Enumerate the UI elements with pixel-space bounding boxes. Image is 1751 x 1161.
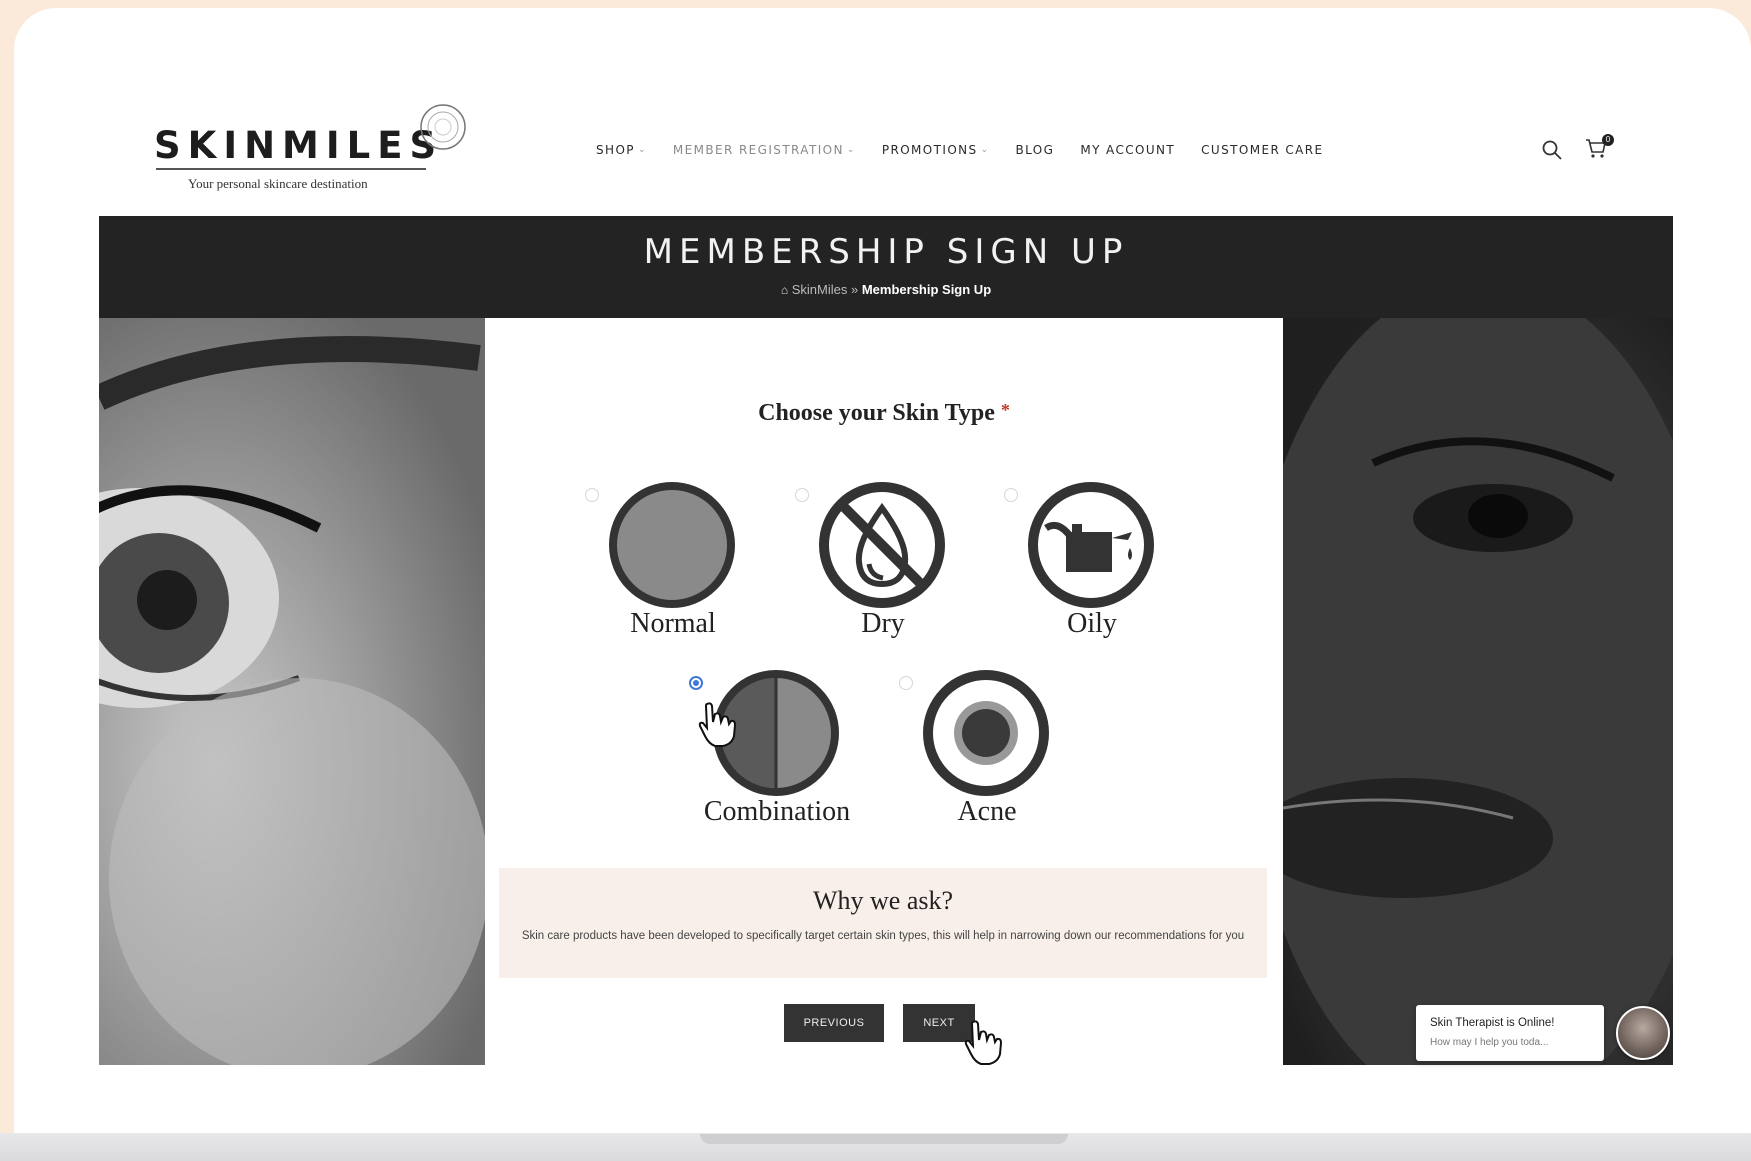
oily-skin-icon [1028, 482, 1154, 608]
normal-skin-icon [609, 482, 735, 608]
skin-option-normal[interactable]: Normal [585, 482, 745, 658]
breadcrumb: ⌂ SkinMiles » Membership Sign Up [99, 282, 1673, 297]
nav-item-label: CUSTOMER CARE [1201, 143, 1324, 157]
breadcrumb-current: Membership Sign Up [861, 282, 992, 297]
why-we-ask-box: Why we ask? Skin care products have been… [499, 868, 1267, 978]
breadcrumb-separator: » [850, 282, 859, 297]
logo-wordmark: SKINMILES [154, 124, 444, 167]
nav-item-member-registration[interactable]: MEMBER REGISTRATION ⌄ [673, 140, 856, 160]
skin-option-radio[interactable] [1004, 488, 1018, 502]
live-chat-bubble[interactable]: Skin Therapist is Online! How may I help… [1416, 1005, 1604, 1061]
info-title: Why we ask? [812, 886, 954, 915]
skin-option-label: Combination [703, 796, 851, 827]
info-text: Skin care products have been developed t… [521, 930, 1245, 942]
required-mark: * [1000, 400, 1010, 420]
nav-item-my-account[interactable]: MY ACCOUNT [1080, 140, 1175, 160]
search-button[interactable] [1540, 138, 1564, 162]
chevron-down-icon: ⌄ [980, 145, 990, 155]
dry-skin-icon [819, 482, 945, 608]
skin-option-label: Oily [1067, 608, 1117, 639]
cart-button[interactable]: 0 [1584, 134, 1614, 162]
search-icon [1542, 140, 1562, 160]
nav-item-label: MEMBER REGISTRATION [672, 143, 844, 157]
nav-item-promotions[interactable]: PROMOTIONS ⌄ [882, 140, 990, 160]
skin-type-form: Choose your Skin Type * Normal Dry Oily … [485, 318, 1283, 1065]
eye-closeup-photo [99, 318, 485, 1065]
chat-title: Skin Therapist is Online! [1430, 1017, 1555, 1029]
skin-option-radio[interactable] [899, 676, 913, 690]
logo-emblem-icon [420, 104, 466, 150]
skin-option-label: Acne [957, 796, 1017, 827]
page-title: MEMBERSHIP SIGN UP [643, 232, 1129, 272]
nav-item-label: BLOG [1015, 143, 1055, 157]
skin-option-radio[interactable] [585, 488, 599, 502]
face-portrait-photo [1283, 318, 1673, 1065]
logo-underline [156, 168, 426, 170]
site-logo[interactable]: SKINMILES Your personal skincare destina… [154, 96, 474, 200]
question-text: Choose your Skin Type [758, 400, 995, 426]
breadcrumb-home-link[interactable]: SkinMiles [792, 282, 848, 297]
form-question: Choose your Skin Type * [485, 400, 1283, 427]
skin-option-label: Dry [861, 608, 905, 639]
main-nav: SHOP ⌄ MEMBER REGISTRATION ⌄ PROMOTIONS … [596, 140, 1350, 160]
skin-option-radio[interactable] [795, 488, 809, 502]
cart-count-badge: 0 [1602, 134, 1614, 146]
chevron-down-icon: ⌄ [846, 145, 856, 155]
chat-agent-avatar[interactable] [1616, 1006, 1670, 1060]
skin-option-label: Normal [630, 608, 716, 639]
hand-cursor-icon [698, 702, 737, 747]
skin-option-dry[interactable]: Dry [795, 482, 955, 658]
laptop-notch [700, 1134, 1068, 1144]
home-icon[interactable]: ⌂ [781, 283, 788, 297]
skin-option-acne[interactable]: Acne [899, 670, 1059, 846]
nav-item-customer-care[interactable]: CUSTOMER CARE [1201, 140, 1323, 160]
nav-item-label: MY ACCOUNT [1080, 143, 1176, 157]
page-banner: MEMBERSHIP SIGN UP ⌂ SkinMiles » Members… [99, 216, 1673, 318]
chat-subtitle: How may I help you toda... [1430, 1037, 1549, 1048]
hand-cursor-icon [964, 1020, 1003, 1065]
nav-item-shop[interactable]: SHOP ⌄ [596, 140, 647, 160]
nav-item-label: PROMOTIONS [881, 143, 978, 157]
skin-option-oily[interactable]: Oily [1004, 482, 1164, 658]
nav-item-blog[interactable]: BLOG [1016, 140, 1055, 160]
previous-button[interactable]: PREVIOUS [784, 1004, 884, 1042]
skin-option-radio[interactable] [689, 676, 703, 690]
chevron-down-icon: ⌄ [637, 145, 647, 155]
acne-skin-icon [923, 670, 1049, 796]
nav-item-label: SHOP [596, 143, 635, 157]
logo-tagline: Your personal skincare destination [188, 176, 368, 191]
